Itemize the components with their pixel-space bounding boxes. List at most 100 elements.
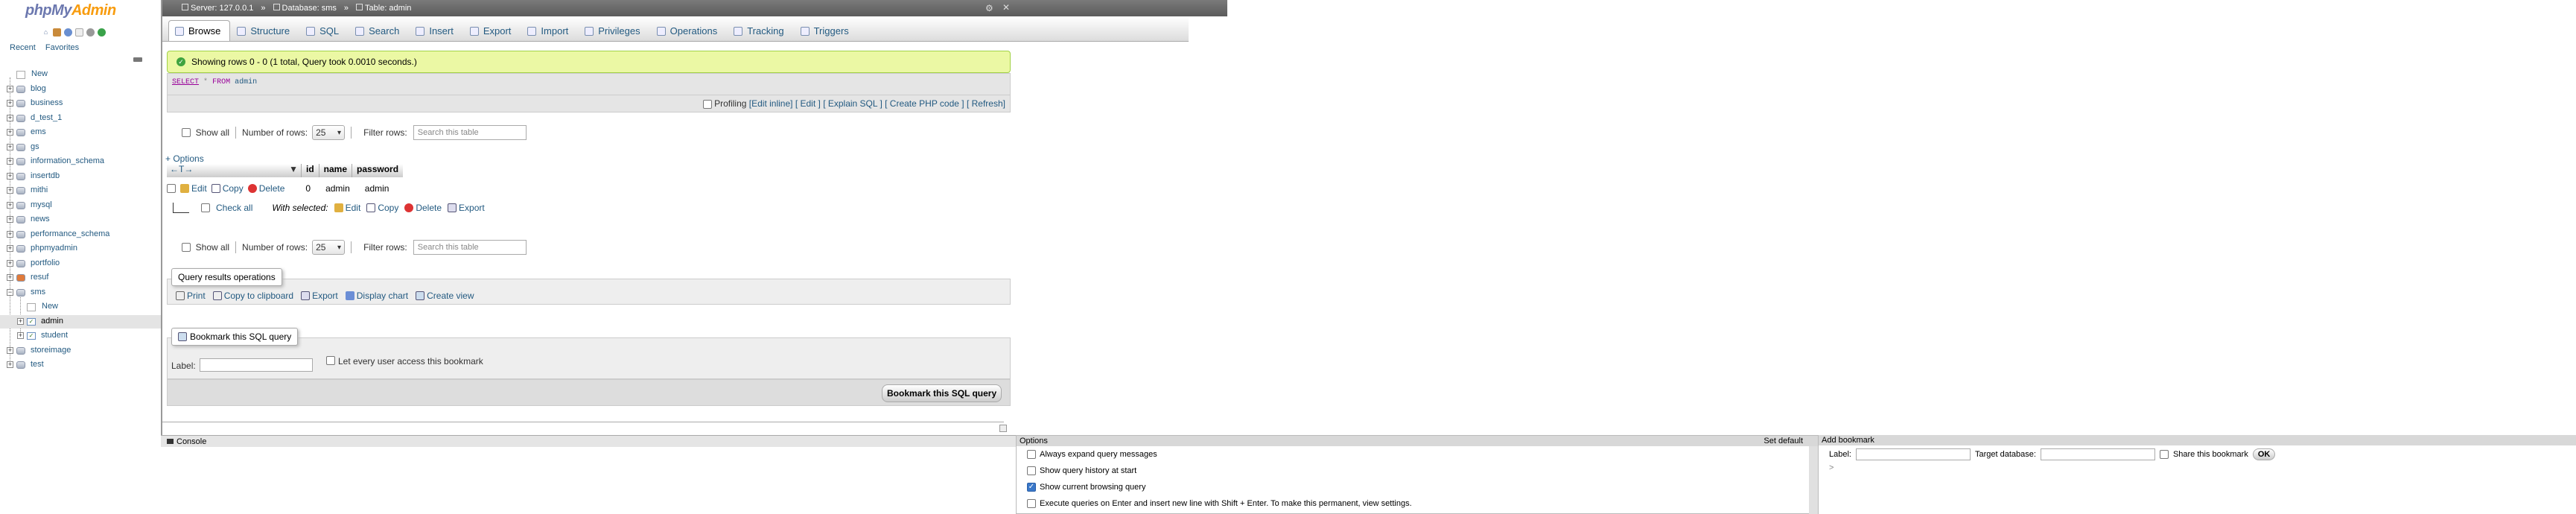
expand-icon[interactable]: +: [7, 187, 13, 194]
share-this-bookmark-checkbox[interactable]: [2159, 450, 2169, 459]
tree-item-ems[interactable]: + ems: [0, 126, 161, 139]
docs-icon[interactable]: [75, 28, 83, 37]
copy-to-clipboard-button[interactable]: Copy to clipboard: [212, 291, 293, 301]
tree-item-phpmyadmin[interactable]: + phpmyadmin: [0, 242, 161, 256]
filter-rows-input[interactable]: Search this table: [413, 125, 527, 140]
breadcrumb-server[interactable]: Server: 127.0.0.1: [182, 4, 253, 13]
expand-icon[interactable]: +: [7, 346, 13, 354]
expand-icon[interactable]: +: [7, 129, 13, 136]
display-chart-button[interactable]: Display chart: [345, 291, 408, 301]
tree-item-sms[interactable]: − sms: [0, 286, 161, 299]
bulk-delete-button[interactable]: Delete: [404, 203, 442, 213]
row-checkbox[interactable]: [167, 184, 176, 193]
number-of-rows-select[interactable]: 25: [312, 240, 346, 255]
show-all-checkbox[interactable]: [182, 243, 191, 252]
tab-structure[interactable]: Structure: [230, 20, 299, 41]
resize-handle-icon[interactable]: [999, 425, 1007, 432]
row-copy-button[interactable]: Copy: [211, 183, 244, 194]
option-row[interactable]: Execute queries on Enter and insert new …: [1017, 495, 1818, 512]
tab-export[interactable]: Export: [463, 20, 521, 41]
console-prompt[interactable]: >: [1819, 463, 2576, 472]
expand-icon[interactable]: +: [7, 216, 13, 223]
tree-item-student[interactable]: + ✓ student: [0, 329, 161, 343]
tree-item-business[interactable]: + business: [0, 97, 161, 110]
tree-item-admin[interactable]: + ✓ admin: [0, 314, 161, 329]
recent-link[interactable]: Recent: [10, 43, 36, 52]
sql-query-box[interactable]: SELECT * FROM admin: [167, 73, 1011, 95]
check-all-label[interactable]: Check all: [216, 203, 252, 213]
tab-tracking[interactable]: Tracking: [727, 20, 793, 41]
set-default-link[interactable]: Set default: [1764, 437, 1803, 445]
tree-item-blog[interactable]: + blog: [0, 83, 161, 96]
tree-item-new[interactable]: New: [0, 68, 161, 81]
edit-link[interactable]: [ Edit ]: [795, 98, 821, 109]
tab-sql[interactable]: SQL: [299, 20, 349, 41]
share-bookmark-checkbox[interactable]: [326, 356, 335, 365]
settings-icon[interactable]: [86, 28, 95, 37]
option-row[interactable]: Always expand query messages: [1017, 446, 1818, 463]
row-edit-button[interactable]: Edit: [180, 183, 207, 194]
collapse-icon[interactable]: −: [7, 288, 13, 296]
show-all-checkbox[interactable]: [182, 128, 191, 137]
tree-item-resuf[interactable]: + resuf: [0, 271, 161, 285]
chevron-down-icon[interactable]: ▼: [289, 164, 298, 174]
tab-privileges[interactable]: Privileges: [578, 20, 649, 41]
collapse-all-icon[interactable]: [133, 57, 142, 62]
column-header-id[interactable]: id: [301, 164, 319, 177]
target-database-input[interactable]: [2040, 448, 2155, 460]
tree-item-gs[interactable]: + gs: [0, 141, 161, 154]
expand-icon[interactable]: +: [17, 317, 24, 325]
tree-item-storeimage[interactable]: + storeimage: [0, 344, 161, 358]
option-checkbox[interactable]: [1027, 499, 1036, 508]
tab-search[interactable]: Search: [349, 20, 409, 41]
close-icon[interactable]: ✕: [1002, 2, 1010, 13]
explain-sql-link[interactable]: [ Explain SQL ]: [823, 98, 882, 109]
tree-item-portfolio[interactable]: + portfolio: [0, 257, 161, 270]
tree-item-mysql[interactable]: + mysql: [0, 199, 161, 212]
tab-operations[interactable]: Operations: [650, 20, 728, 41]
tree-item-test[interactable]: + test: [0, 358, 161, 372]
logout-icon[interactable]: [53, 28, 61, 37]
expand-icon[interactable]: +: [7, 230, 13, 238]
ok-button[interactable]: OK: [2252, 448, 2276, 460]
expand-icon[interactable]: +: [7, 172, 13, 180]
tab-import[interactable]: Import: [521, 20, 578, 41]
expand-icon[interactable]: +: [7, 201, 13, 209]
option-row[interactable]: ✓ Show current browsing query: [1017, 479, 1818, 495]
options-scrollbar[interactable]: [1809, 446, 1818, 514]
help-icon[interactable]: [64, 28, 72, 37]
tree-item-performance-schema[interactable]: + performance_schema: [0, 228, 161, 241]
home-icon[interactable]: ⌂: [42, 28, 50, 37]
options-link[interactable]: + Options: [165, 153, 204, 164]
column-header-name[interactable]: name: [318, 164, 352, 177]
expand-icon[interactable]: +: [7, 143, 13, 150]
expand-icon[interactable]: +: [7, 274, 13, 281]
column-header-password[interactable]: password: [352, 164, 404, 177]
expand-icon[interactable]: +: [7, 245, 13, 252]
bulk-copy-button[interactable]: Copy: [366, 203, 398, 213]
option-checkbox[interactable]: [1027, 450, 1036, 459]
expand-icon[interactable]: +: [7, 158, 13, 165]
tab-browse[interactable]: Browse: [168, 20, 231, 41]
gear-icon[interactable]: ⚙: [985, 3, 993, 13]
option-row[interactable]: Show query history at start: [1017, 463, 1818, 479]
console-bar[interactable]: Console: [161, 435, 1090, 447]
profiling-checkbox[interactable]: [702, 99, 712, 109]
number-of-rows-select[interactable]: 25: [312, 125, 346, 140]
export-button[interactable]: Export: [301, 291, 338, 301]
column-arrows[interactable]: ←T→ ▼: [167, 164, 301, 177]
expand-icon[interactable]: +: [7, 361, 13, 368]
tree-item-information-schema[interactable]: + information_schema: [0, 155, 161, 168]
expand-icon[interactable]: +: [7, 100, 13, 107]
favorites-link[interactable]: Favorites: [45, 43, 79, 52]
print-button[interactable]: Print: [176, 291, 206, 301]
breadcrumb-database[interactable]: Database: sms: [273, 4, 337, 13]
breadcrumb-table[interactable]: Table: admin: [356, 4, 411, 13]
expand-icon[interactable]: +: [7, 114, 13, 121]
expand-icon[interactable]: +: [17, 332, 24, 339]
expand-icon[interactable]: +: [7, 259, 13, 267]
tab-triggers[interactable]: Triggers: [794, 20, 859, 41]
bookmark-label-input[interactable]: [200, 358, 313, 372]
bulk-export-button[interactable]: Export: [448, 203, 485, 213]
tree-item-insertdb[interactable]: + insertdb: [0, 170, 161, 183]
